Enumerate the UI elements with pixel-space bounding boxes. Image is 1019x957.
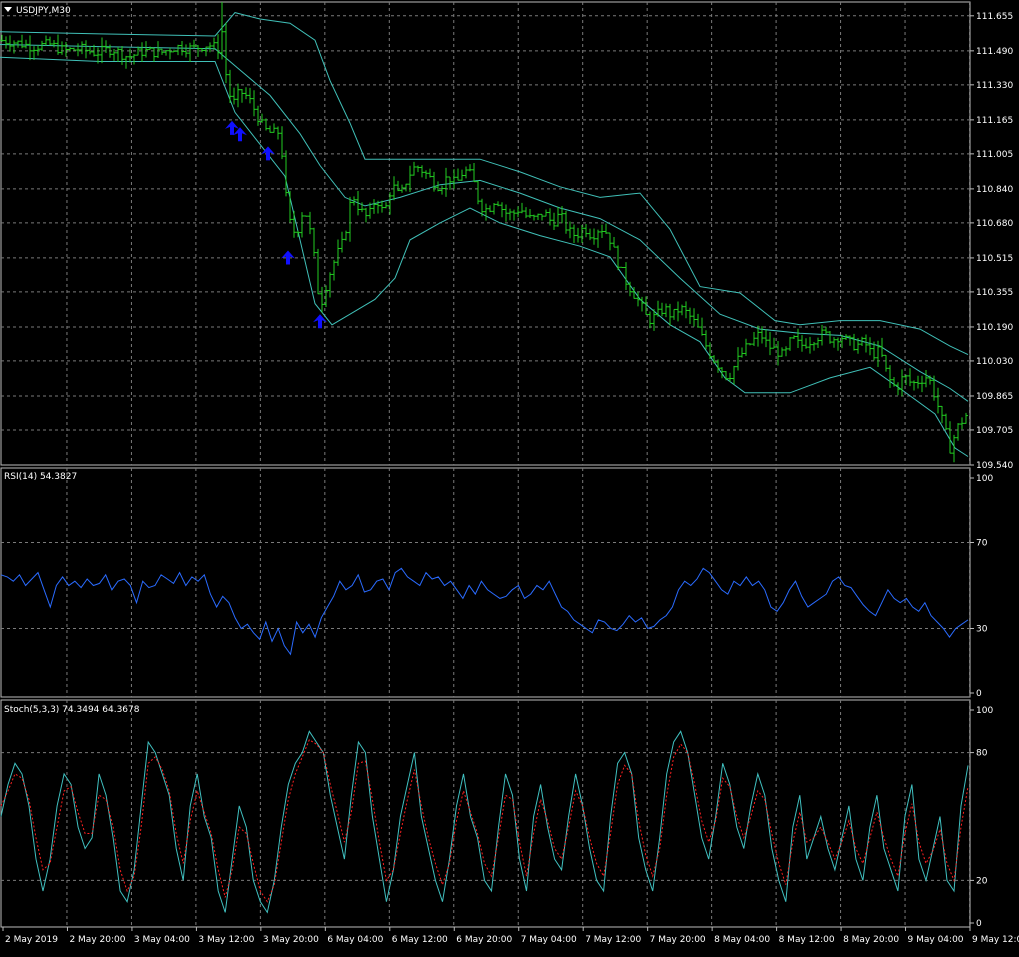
time-tick-label: 3 May 04:00 [134, 935, 190, 945]
time-tick-label: 8 May 20:00 [843, 935, 899, 945]
rsi-tick-label: 70 [976, 539, 988, 549]
time-tick-label: 9 May 12:00 [972, 935, 1019, 945]
time-tick-label: 2 May 20:00 [69, 935, 125, 945]
time-tick-label: 2 May 2019 [5, 935, 58, 945]
stoch-tick-label: 20 [976, 876, 988, 886]
price-tick-label: 109.865 [976, 392, 1013, 402]
price-tick-label: 111.165 [976, 116, 1013, 126]
time-tick-label: 9 May 04:00 [908, 935, 964, 945]
price-tick-label: 110.030 [976, 357, 1013, 367]
price-tick-label: 110.840 [976, 185, 1013, 195]
rsi-tick-label: 100 [976, 474, 993, 484]
time-tick-label: 8 May 12:00 [779, 935, 835, 945]
time-tick-label: 7 May 20:00 [650, 935, 706, 945]
price-tick-label: 110.515 [976, 254, 1013, 264]
price-tick-label: 111.655 [976, 12, 1013, 22]
stoch-tick-label: 80 [976, 749, 988, 759]
price-tick-label: 111.005 [976, 150, 1013, 160]
price-tick-label: 111.330 [976, 81, 1013, 91]
chart-background [0, 0, 1019, 957]
price-tick-label: 110.355 [976, 288, 1013, 298]
price-tick-label: 109.705 [976, 426, 1013, 436]
stoch-tick-label: 0 [976, 919, 982, 929]
stoch-tick-label: 100 [976, 706, 993, 716]
trading-chart[interactable]: 111.655 111.490 111.330 111.165 111.005 110.8… [0, 0, 1019, 957]
price-tick-label: 110.680 [976, 219, 1013, 229]
ohlc-bar [620, 266, 624, 268]
rsi-tick-label: 30 [976, 625, 988, 635]
time-tick-label: 6 May 12:00 [392, 935, 448, 945]
time-tick-label: 3 May 12:00 [198, 935, 254, 945]
time-tick-label: 6 May 04:00 [327, 935, 383, 945]
time-tick-label: 6 May 20:00 [456, 935, 512, 945]
time-tick-label: 3 May 20:00 [263, 935, 319, 945]
price-tick-label: 111.490 [976, 47, 1013, 57]
time-tick-label: 7 May 04:00 [521, 935, 577, 945]
time-tick-label: 8 May 04:00 [714, 935, 770, 945]
stoch-title: Stoch(5,3,3) 74.3494 64.3678 [4, 705, 140, 715]
price-tick-label: 109.540 [976, 461, 1013, 471]
symbol-title: USDJPY,M30 [16, 6, 71, 16]
time-tick-label: 7 May 12:00 [585, 935, 641, 945]
rsi-tick-label: 0 [976, 689, 982, 699]
rsi-title: RSI(14) 54.3827 [4, 472, 77, 482]
price-tick-label: 110.190 [976, 323, 1013, 333]
